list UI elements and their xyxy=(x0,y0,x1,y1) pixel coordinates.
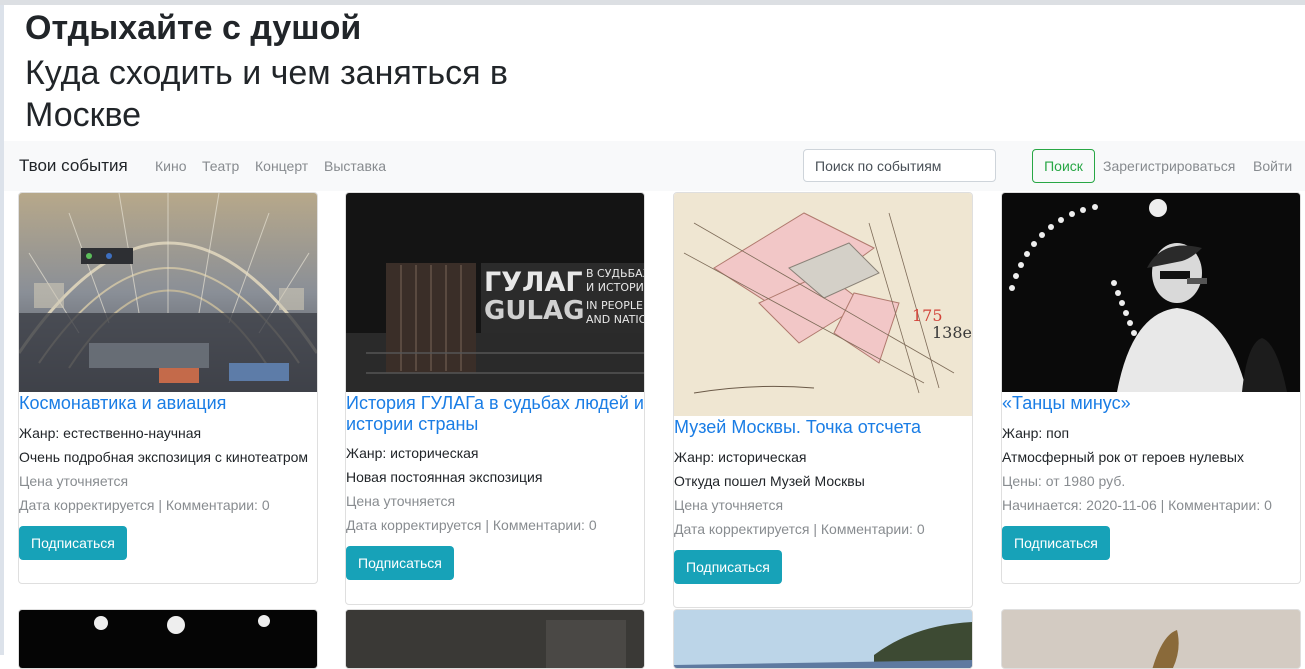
event-price: Цена уточняется xyxy=(346,493,456,509)
search-input[interactable] xyxy=(803,149,996,182)
event-image[interactable]: 175 138е. xyxy=(674,193,972,416)
event-card: 175 138е. Музей Москвы. Точка отсчета Жа… xyxy=(673,192,973,608)
site-subtitle: Куда сходить и чем заняться в Москве xyxy=(25,54,508,134)
event-image[interactable] xyxy=(19,193,317,392)
nav-link-theatre[interactable]: Театр xyxy=(202,158,239,174)
event-description: Откуда пошел Музей Москвы xyxy=(674,473,865,489)
event-title-link[interactable]: Музей Москвы. Точка отсчета xyxy=(674,416,972,438)
register-link[interactable]: Зарегистрироваться xyxy=(1103,158,1235,174)
event-price: Цена уточняется xyxy=(674,497,784,513)
event-card xyxy=(673,609,973,669)
subscribe-button[interactable]: Подписаться xyxy=(674,550,782,584)
image-text: GULAG xyxy=(484,296,584,326)
event-card xyxy=(345,609,645,669)
event-genre: Жанр: поп xyxy=(1002,425,1070,441)
left-strip xyxy=(0,5,4,655)
image-text: ГУЛАГ xyxy=(484,267,583,298)
subscribe-button[interactable]: Подписаться xyxy=(346,546,454,580)
event-image[interactable] xyxy=(346,610,644,668)
event-description: Атмосферный рок от героев нулевых xyxy=(1002,449,1244,465)
event-genre: Жанр: историческая xyxy=(674,449,807,465)
image-text: AND NATIO xyxy=(586,313,644,326)
subscribe-button[interactable]: Подписаться xyxy=(1002,526,1110,560)
event-genre: Жанр: естественно-научная xyxy=(19,425,202,441)
nav-link-exhibition[interactable]: Выставка xyxy=(324,158,386,174)
subscribe-button[interactable]: Подписаться xyxy=(19,526,127,560)
navbar: Твои события Кино Театр Концерт Выставка… xyxy=(4,141,1305,191)
event-genre: Жанр: историческая xyxy=(346,445,479,461)
event-image[interactable]: ГУЛАГ GULAG В СУДЬБАХ И ИСТОРИ IN PEOPLE… xyxy=(346,193,644,392)
event-card: Космонавтика и авиация Жанр: естественно… xyxy=(18,192,318,584)
image-text: В СУДЬБАХ xyxy=(586,267,644,280)
event-description: Очень подробная экспозиция с кинотеатром xyxy=(19,449,309,465)
top-border xyxy=(0,0,1305,5)
event-title-link[interactable]: История ГУЛАГа в судьбах людей и истории… xyxy=(346,392,644,435)
nav-link-concert[interactable]: Концерт xyxy=(255,158,308,174)
event-image[interactable] xyxy=(1002,610,1300,668)
brand-link[interactable]: Твои события xyxy=(19,156,128,176)
image-text: 138е. xyxy=(932,323,972,342)
login-link[interactable]: Войти xyxy=(1253,158,1292,174)
event-card xyxy=(1001,609,1301,669)
event-description: Новая постоянная экспозиция xyxy=(346,469,543,485)
event-meta: Дата корректируется | Комментарии: 0 xyxy=(346,517,597,533)
search-button[interactable]: Поиск xyxy=(1032,149,1095,183)
image-text: IN PEOPLE xyxy=(586,299,643,312)
event-card: ГУЛАГ GULAG В СУДЬБАХ И ИСТОРИ IN PEOPLE… xyxy=(345,192,645,605)
event-price: Цены: от 1980 руб. xyxy=(1002,473,1126,489)
event-meta: Дата корректируется | Комментарии: 0 xyxy=(19,497,270,513)
site-title: Отдыхайте с душой xyxy=(25,9,362,47)
event-card xyxy=(18,609,318,669)
event-image[interactable] xyxy=(19,610,317,668)
event-meta: Дата корректируется | Комментарии: 0 xyxy=(674,521,925,537)
event-image[interactable] xyxy=(674,610,972,668)
event-price: Цена уточняется xyxy=(19,473,129,489)
image-text: И ИСТОРИ xyxy=(586,281,644,294)
nav-link-cinema[interactable]: Кино xyxy=(155,158,187,174)
event-title-link[interactable]: «Танцы минус» xyxy=(1002,392,1300,414)
event-image[interactable] xyxy=(1002,193,1300,392)
event-card: «Танцы минус» Жанр: поп Атмосферный рок … xyxy=(1001,192,1301,584)
event-title-link[interactable]: Космонавтика и авиация xyxy=(19,392,317,414)
event-meta: Начинается: 2020-11-06 | Комментарии: 0 xyxy=(1002,497,1272,513)
